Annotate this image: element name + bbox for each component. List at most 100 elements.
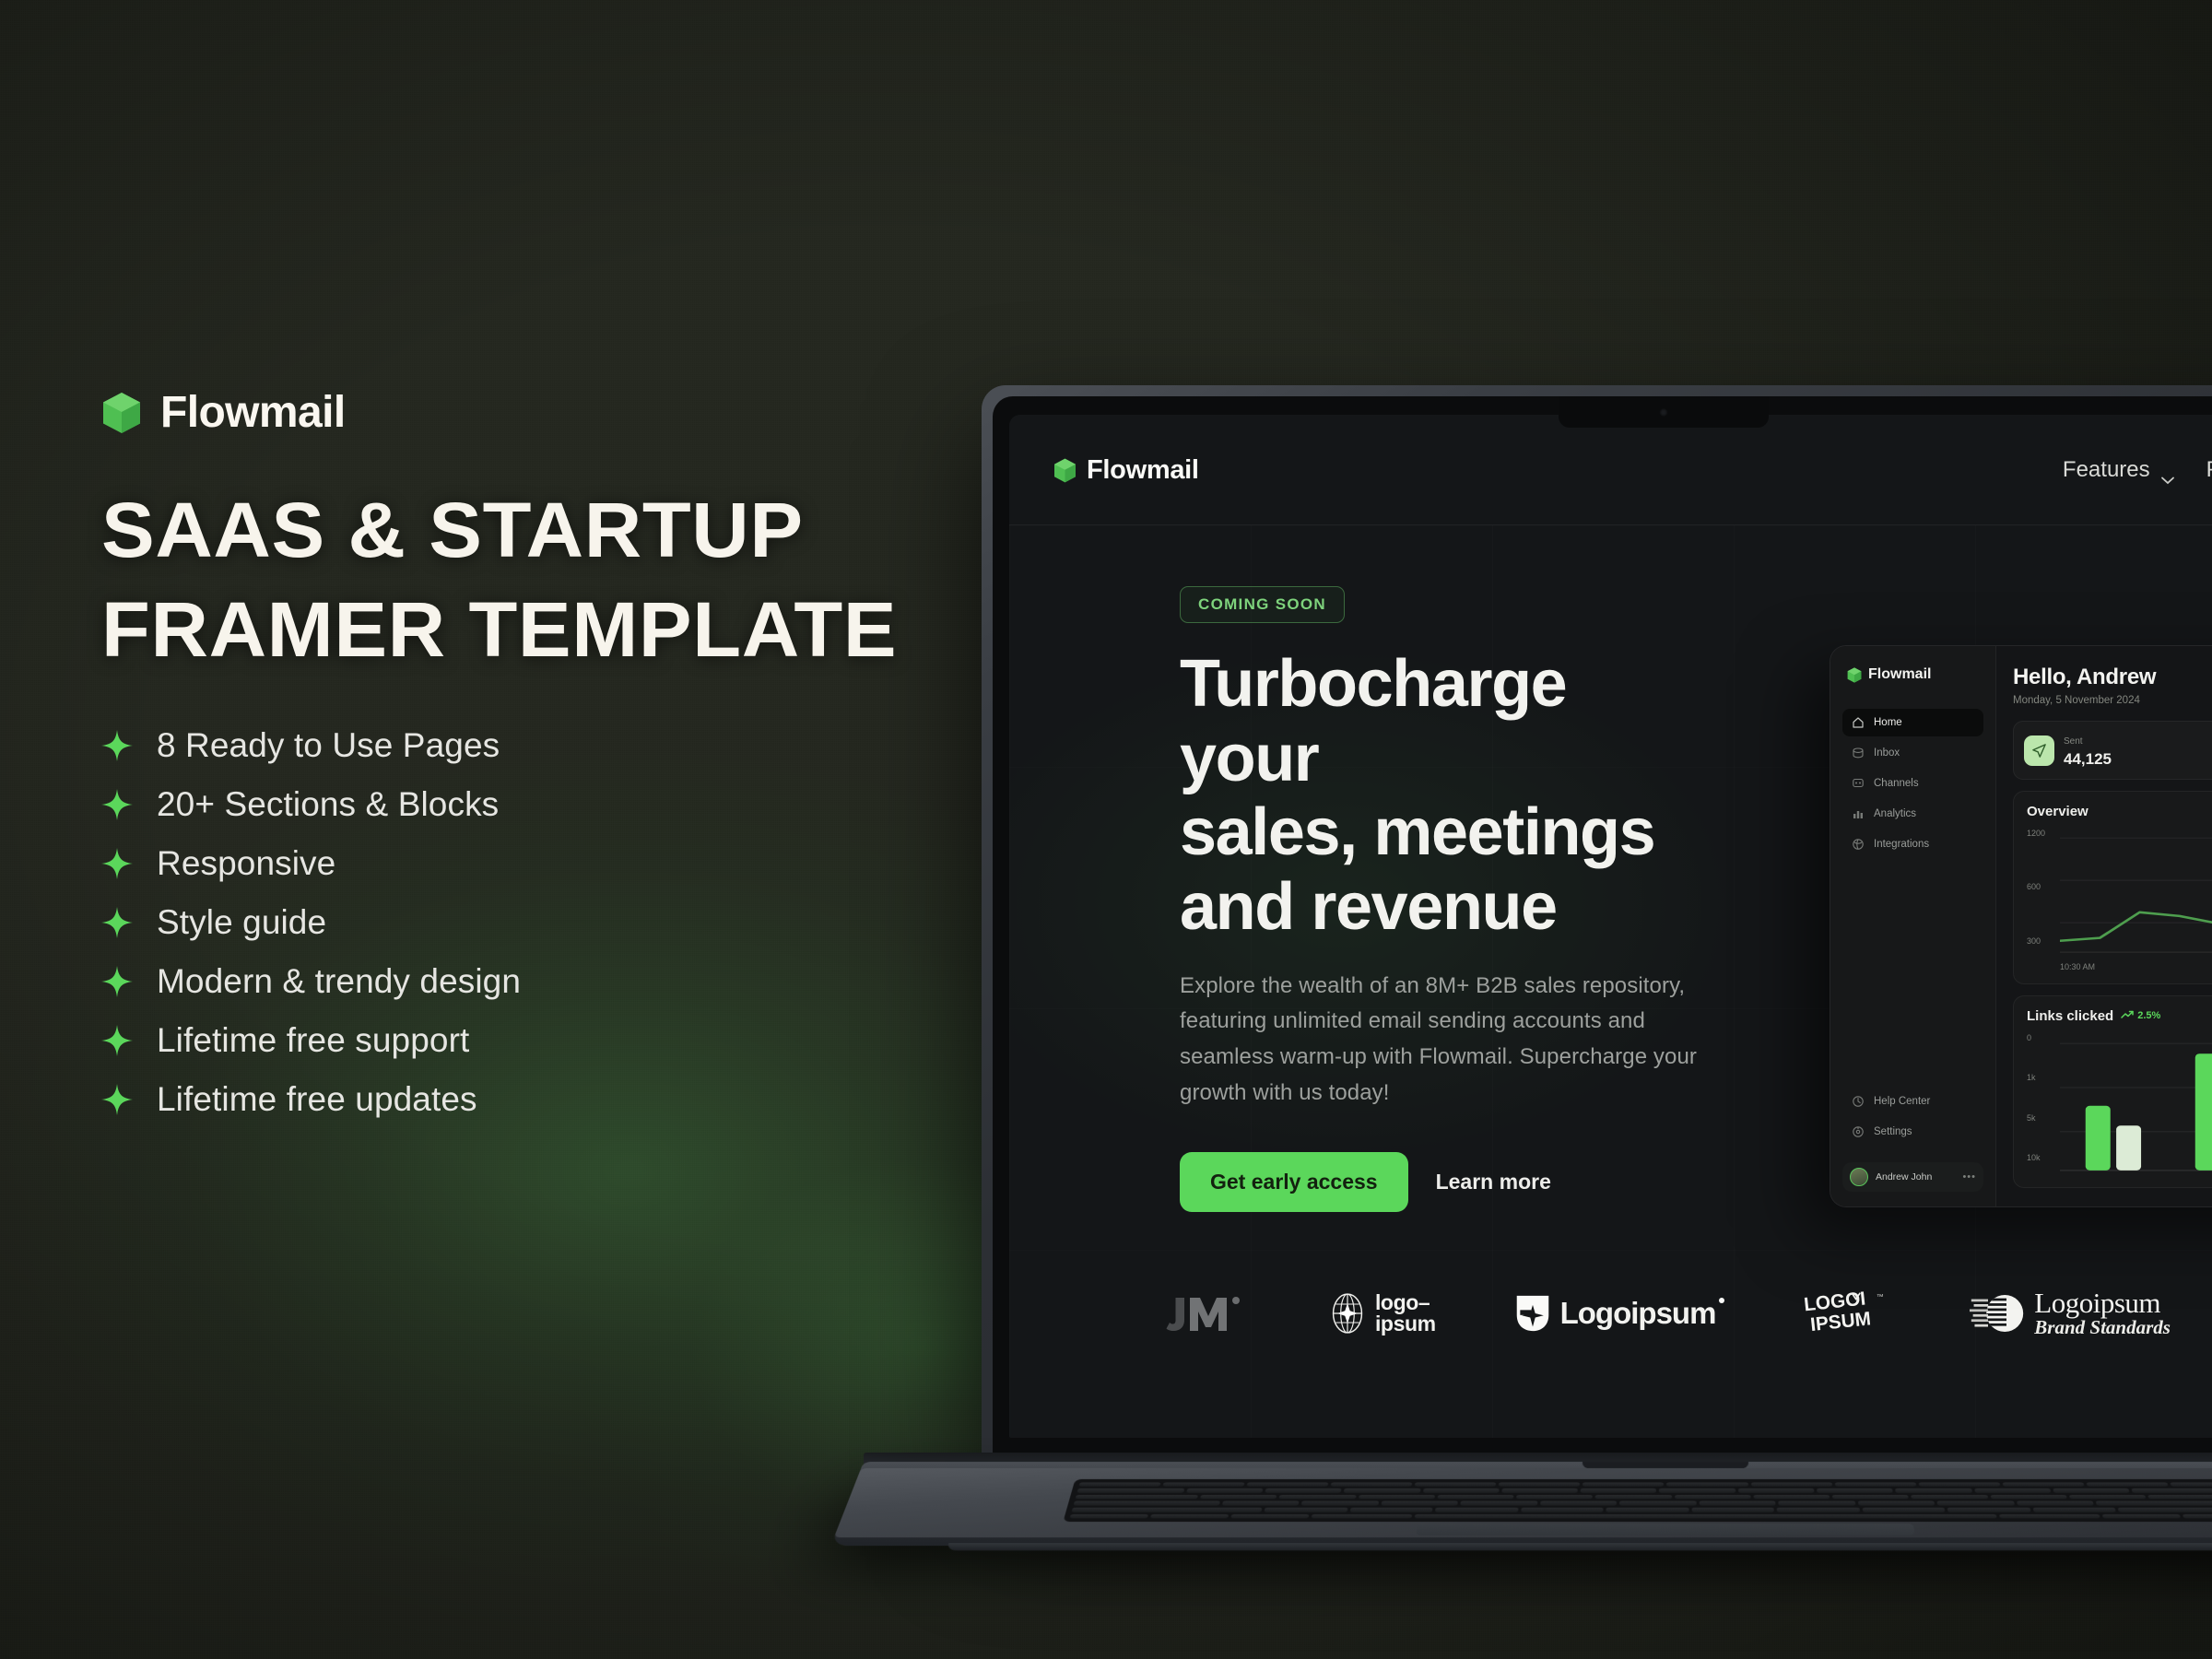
learn-more-button[interactable]: Learn more: [1436, 1170, 1551, 1194]
dashboard-nav-item-settings[interactable]: Settings: [1842, 1118, 1983, 1146]
keyboard-key[interactable]: [1674, 1494, 1751, 1500]
dashboard-nav-item-label: Integrations: [1874, 839, 1930, 850]
keyboard-key[interactable]: [1666, 1482, 1748, 1487]
keyboard-key[interactable]: [1834, 1482, 1916, 1487]
striped-circle-icon: [1970, 1294, 2024, 1332]
keyboard-key[interactable]: [1895, 1488, 1972, 1493]
keyboard-key[interactable]: [1817, 1488, 1893, 1493]
dashboard-nav-item-home[interactable]: Home: [1842, 709, 1983, 736]
keyboard-key[interactable]: [1750, 1482, 1832, 1487]
keyboard-key[interactable]: [1753, 1494, 1830, 1500]
gear-icon: [1852, 1125, 1865, 1138]
keyboard-key[interactable]: [1911, 1494, 1989, 1500]
keyboard-key[interactable]: [2147, 1494, 2212, 1500]
keyboard-key[interactable]: [1069, 1513, 1148, 1519]
keyboard-key[interactable]: [1998, 1513, 2100, 1519]
keyboard-key[interactable]: [1162, 1482, 1245, 1487]
keyboard-key[interactable]: [1778, 1500, 1855, 1506]
keyboard-key[interactable]: [2068, 1494, 2147, 1500]
keyboard-key[interactable]: [1947, 1507, 2031, 1512]
keyboard-key[interactable]: [1437, 1494, 1514, 1500]
keyboard-key[interactable]: [1199, 1494, 1277, 1500]
keyboard-key[interactable]: [1583, 1482, 1665, 1487]
dashboard-nav-item-channels[interactable]: Channels: [1842, 770, 1983, 797]
keyboard-key[interactable]: [1264, 1507, 1348, 1512]
keyboard-key[interactable]: [1659, 1488, 1735, 1493]
keyboard-key[interactable]: [1221, 1500, 1300, 1506]
keyboard-key[interactable]: [1936, 1500, 2015, 1506]
keyboard-key[interactable]: [1619, 1500, 1697, 1506]
keyboard-key[interactable]: [1918, 1482, 2001, 1487]
keyboard-key[interactable]: [1330, 1482, 1413, 1487]
keyboard-key[interactable]: [1265, 1488, 1342, 1493]
keyboard-key[interactable]: [1737, 1488, 1815, 1493]
logo-jm: [1166, 1292, 1251, 1335]
keyboard-key[interactable]: [1594, 1494, 1672, 1500]
keyboard-key[interactable]: [1185, 1488, 1264, 1493]
keyboard-key[interactable]: [1691, 1507, 1775, 1512]
dashboard-nav-item-integrations[interactable]: Integrations: [1842, 830, 1983, 858]
dashboard-user-chip[interactable]: Andrew John •••: [1842, 1162, 1983, 1192]
nav-link-pricing[interactable]: Pricing: [2206, 457, 2212, 483]
keyboard-key[interactable]: [1435, 1507, 1519, 1512]
keyboard-key[interactable]: [1539, 1500, 1618, 1506]
keyboard-key[interactable]: [1075, 1494, 1198, 1500]
dashboard-nav-footer: Help Center Settings: [1842, 1088, 1983, 1146]
keyboard-key[interactable]: [2086, 1482, 2169, 1487]
keyboard-key[interactable]: [2016, 1500, 2094, 1506]
feature-item: Responsive: [101, 844, 1005, 883]
keyboard-key[interactable]: [1300, 1500, 1379, 1506]
keyboard-key[interactable]: [1073, 1500, 1220, 1506]
keyboard-key[interactable]: [1311, 1513, 1413, 1519]
keyboard-key[interactable]: [1832, 1494, 1910, 1500]
keyboard-key[interactable]: [2183, 1513, 2212, 1519]
keyboard-key[interactable]: [1230, 1513, 1310, 1519]
keyboard-key[interactable]: [2002, 1482, 2085, 1487]
keyboard-key[interactable]: [1776, 1507, 1860, 1512]
keyboard-key[interactable]: [1246, 1482, 1329, 1487]
dashboard-nav-item-help-center[interactable]: Help Center: [1842, 1088, 1983, 1115]
keyboard-key[interactable]: [2102, 1513, 2182, 1519]
keyboard-key[interactable]: [1077, 1488, 1184, 1493]
keyboard-key[interactable]: [1990, 1494, 2067, 1500]
sparkle-icon: [101, 848, 133, 880]
get-early-access-button[interactable]: Get early access: [1180, 1152, 1408, 1212]
dashboard-nav-item-inbox[interactable]: Inbox: [1842, 739, 1983, 767]
keyboard-key[interactable]: [1460, 1500, 1538, 1506]
dashboard-nav-item-label: Inbox: [1874, 747, 1900, 759]
green-cube-icon: [1053, 458, 1077, 483]
links-clicked-chart: 0 1k 5k 10k: [2027, 1033, 2212, 1176]
dashboard-nav-item-analytics[interactable]: Analytics: [1842, 800, 1983, 828]
site-nav-brand[interactable]: Flowmail: [1053, 455, 1199, 486]
keyboard-key[interactable]: [1499, 1482, 1581, 1487]
keyboard-key[interactable]: [2170, 1482, 2212, 1487]
keyboard-key[interactable]: [1414, 1482, 1497, 1487]
keyboard-key[interactable]: [1358, 1494, 1435, 1500]
keyboard-key[interactable]: [1071, 1507, 1263, 1512]
promo-title-line-2: FRAMER TEMPLATE: [101, 585, 898, 673]
keyboard-key[interactable]: [1078, 1482, 1161, 1487]
dashboard-user-menu-icon[interactable]: •••: [1962, 1171, 1976, 1182]
keyboard-key[interactable]: [1516, 1494, 1594, 1500]
keyboard-key[interactable]: [1422, 1488, 1500, 1493]
keyboard-key[interactable]: [1149, 1513, 1229, 1519]
keyboard-key[interactable]: [2131, 1488, 2212, 1493]
keyboard-key[interactable]: [1381, 1500, 1458, 1506]
keyboard-key[interactable]: [1857, 1500, 1936, 1506]
keyboard-key[interactable]: [1699, 1500, 1776, 1506]
keyboard-key[interactable]: [2118, 1507, 2212, 1512]
nav-link-features[interactable]: Features: [2063, 457, 2175, 485]
keyboard-key[interactable]: [2095, 1500, 2212, 1506]
keyboard-key[interactable]: [1344, 1488, 1421, 1493]
keyboard-key[interactable]: [1278, 1494, 1357, 1500]
keyboard-key[interactable]: [2032, 1507, 2117, 1512]
keyboard-key[interactable]: [1414, 1513, 1997, 1519]
keyboard-key[interactable]: [1349, 1507, 1433, 1512]
keyboard-key[interactable]: [2053, 1488, 2130, 1493]
keyboard-key[interactable]: [1862, 1507, 1946, 1512]
keyboard-key[interactable]: [1501, 1488, 1578, 1493]
keyboard-key[interactable]: [1580, 1488, 1657, 1493]
keyboard-key[interactable]: [1520, 1507, 1604, 1512]
keyboard-key[interactable]: [1606, 1507, 1689, 1512]
keyboard-key[interactable]: [1973, 1488, 2052, 1493]
